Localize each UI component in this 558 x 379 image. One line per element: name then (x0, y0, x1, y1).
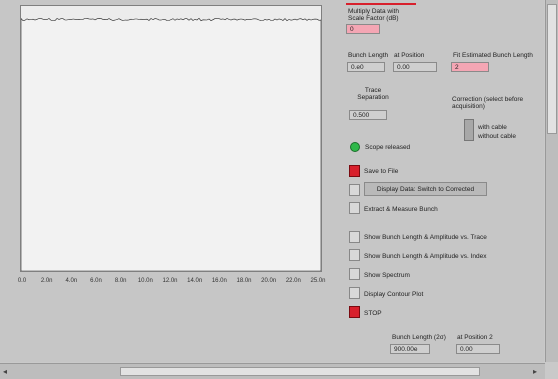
waterfall-svg (21, 6, 321, 271)
without-cable-label: without cable (478, 133, 516, 140)
multiply-indicator (346, 3, 416, 5)
at-position-label: at Position (394, 52, 425, 59)
extract-button[interactable] (349, 202, 360, 214)
vertical-scroll-thumb[interactable] (547, 4, 557, 134)
spectrum-button[interactable] (349, 268, 360, 280)
show-index-button[interactable] (349, 249, 360, 261)
scope-led (350, 142, 360, 152)
extract-label: Extract & Measure Bunch (364, 206, 438, 213)
trace-sep-label: Trace Separation (357, 87, 389, 101)
show-trace-button[interactable] (349, 231, 360, 243)
spectrum-label: Show Spectrum (364, 272, 410, 279)
multiply-input[interactable]: 0 (346, 24, 380, 34)
show-index-label: Show Bunch Length & Amplitude vs. Index (364, 253, 487, 260)
scroll-left-icon[interactable]: ◂ (3, 367, 7, 376)
contour-label: Display Contour Plot (364, 291, 424, 298)
display-data-button[interactable]: Display Data: Switch to Corrected (364, 182, 487, 196)
bunch-length-field: 0.e0 (347, 62, 385, 72)
scope-label: Scope released (365, 144, 411, 151)
correction-toggle[interactable] (464, 119, 474, 141)
vertical-scrollbar[interactable] (545, 0, 558, 362)
display-data-toggle[interactable] (349, 184, 360, 196)
stop-button[interactable] (349, 306, 360, 318)
save-label: Save to File (364, 168, 399, 175)
bunch2-field: 900.00e (390, 344, 430, 354)
with-cable-label: with cable (478, 124, 507, 131)
bunch-length-label: Bunch Length (348, 52, 389, 59)
trace-line (21, 17, 321, 271)
at-position-field: 0.00 (393, 62, 437, 72)
waterfall-plot (20, 5, 322, 272)
trace-sep-input[interactable]: 0.500 (349, 110, 387, 120)
contour-button[interactable] (349, 287, 360, 299)
fit-input[interactable]: 2 (451, 62, 489, 72)
bunch2-label: Bunch Length (2σ) (392, 334, 446, 341)
horizontal-scrollbar[interactable]: ◂ ▸ (0, 363, 545, 379)
scroll-right-icon[interactable]: ▸ (533, 367, 537, 376)
multiply-label: Multiply Data with Scale Factor (dB) (348, 8, 399, 22)
correction-label: Correction (select before acquisition) (452, 96, 524, 110)
horizontal-scroll-thumb[interactable] (120, 367, 480, 376)
stop-label: STOP (364, 310, 382, 317)
show-trace-label: Show Bunch Length & Amplitude vs. Trace (364, 234, 487, 241)
x-tick-label: 25.0n (310, 278, 326, 284)
position2-field: 0.00 (456, 344, 500, 354)
save-button[interactable] (349, 165, 360, 177)
fit-label: Fit Estimated Bunch Length (453, 52, 533, 59)
position2-label: at Position 2 (457, 334, 493, 341)
